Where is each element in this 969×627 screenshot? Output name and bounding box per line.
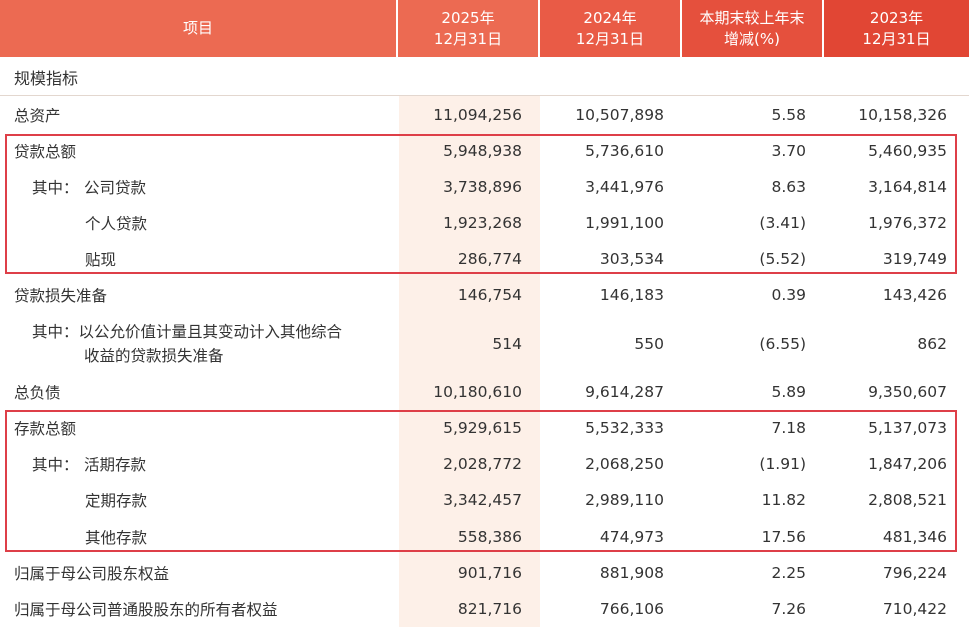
value-2024: 550 (634, 334, 664, 353)
value-2025: 146,754 (457, 286, 522, 304)
value-change: 5.58 (771, 105, 806, 124)
table-row: 其中：以公允价值计量且其变动计入其他综合 收益的贷款损失准备 514 550 (… (0, 313, 969, 374)
value-2023: 710,422 (882, 600, 947, 618)
row-label: 归属于母公司股东权益 (14, 565, 170, 583)
header-col-2023-date: 12月31日 (862, 29, 931, 48)
value-2024: 9,614,287 (585, 383, 664, 401)
value-change: 2.25 (771, 564, 806, 582)
value-2025: 901,716 (457, 564, 522, 582)
table-row: 总资产 11,094,256 10,507,898 5.58 10,158,32… (0, 96, 969, 133)
value-2023: 9,350,607 (868, 383, 947, 401)
value-2024: 766,106 (599, 600, 664, 618)
row-label: 归属于母公司普通股股东的所有者权益 (14, 601, 278, 619)
value-2025: 821,716 (457, 600, 522, 618)
value-2023: 143,426 (882, 286, 947, 304)
header-col-change-line2: 增减(%) (724, 29, 780, 48)
header-col-2024-year: 2024年 (583, 8, 637, 27)
header-item: 项目 (0, 0, 398, 57)
row-label: 总资产 (14, 106, 61, 125)
value-change: (6.55) (759, 334, 806, 353)
table-row: 归属于母公司普通股股东的所有者权益 821,716 766,106 7.26 7… (0, 591, 969, 627)
value-change: 0.39 (771, 286, 806, 304)
value-2023: 862 (917, 334, 947, 353)
row-label: 贷款损失准备 (14, 287, 108, 305)
value-2025: 514 (492, 334, 522, 353)
section-title: 规模指标 (14, 68, 79, 88)
table-header: 项目 2025年 12月31日 2024年 12月31日 本期末较上年末 增减(… (0, 0, 969, 57)
section-title-row: 规模指标 (0, 58, 969, 95)
value-change: 5.89 (771, 383, 806, 401)
value-2024: 881,908 (599, 564, 664, 582)
header-col-2025-year: 2025年 (441, 8, 495, 27)
row-label: 其中：以公允价值计量且其变动计入其他综合 收益的贷款损失准备 (32, 313, 342, 374)
header-col-2024: 2024年 12月31日 (540, 0, 682, 57)
loans-highlight-box (5, 134, 957, 274)
table-row: 贷款损失准备 146,754 146,183 0.39 143,426 (0, 277, 969, 313)
table-row: 归属于母公司股东权益 901,716 881,908 2.25 796,224 (0, 555, 969, 591)
value-2023: 796,224 (882, 564, 947, 582)
value-2025: 11,094,256 (433, 105, 522, 124)
header-col-change: 本期末较上年末 增减(%) (682, 0, 824, 57)
row-label: 总负债 (14, 384, 61, 402)
value-2024: 10,507,898 (575, 105, 664, 124)
header-item-label: 项目 (182, 19, 213, 37)
header-col-2025-date: 12月31日 (433, 29, 503, 48)
table-row: 总负债 10,180,610 9,614,287 5.89 9,350,607 (0, 374, 969, 410)
value-change: 7.26 (771, 600, 806, 618)
header-col-2024-date: 12月31日 (575, 29, 645, 48)
deposits-highlight-box (5, 410, 957, 552)
header-col-2025: 2025年 12月31日 (398, 0, 540, 57)
header-col-change-line1: 本期末较上年末 (699, 8, 805, 27)
value-2024: 146,183 (599, 286, 664, 304)
value-2023: 10,158,326 (858, 105, 947, 124)
row-label-line1: 其中：以公允价值计量且其变动计入其他综合 (32, 322, 343, 341)
header-col-2023-year: 2023年 (869, 8, 924, 27)
row-label-line2: 收益的贷款损失准备 (84, 346, 224, 365)
value-2025: 10,180,610 (433, 383, 522, 401)
header-col-2023: 2023年 12月31日 (824, 0, 969, 57)
